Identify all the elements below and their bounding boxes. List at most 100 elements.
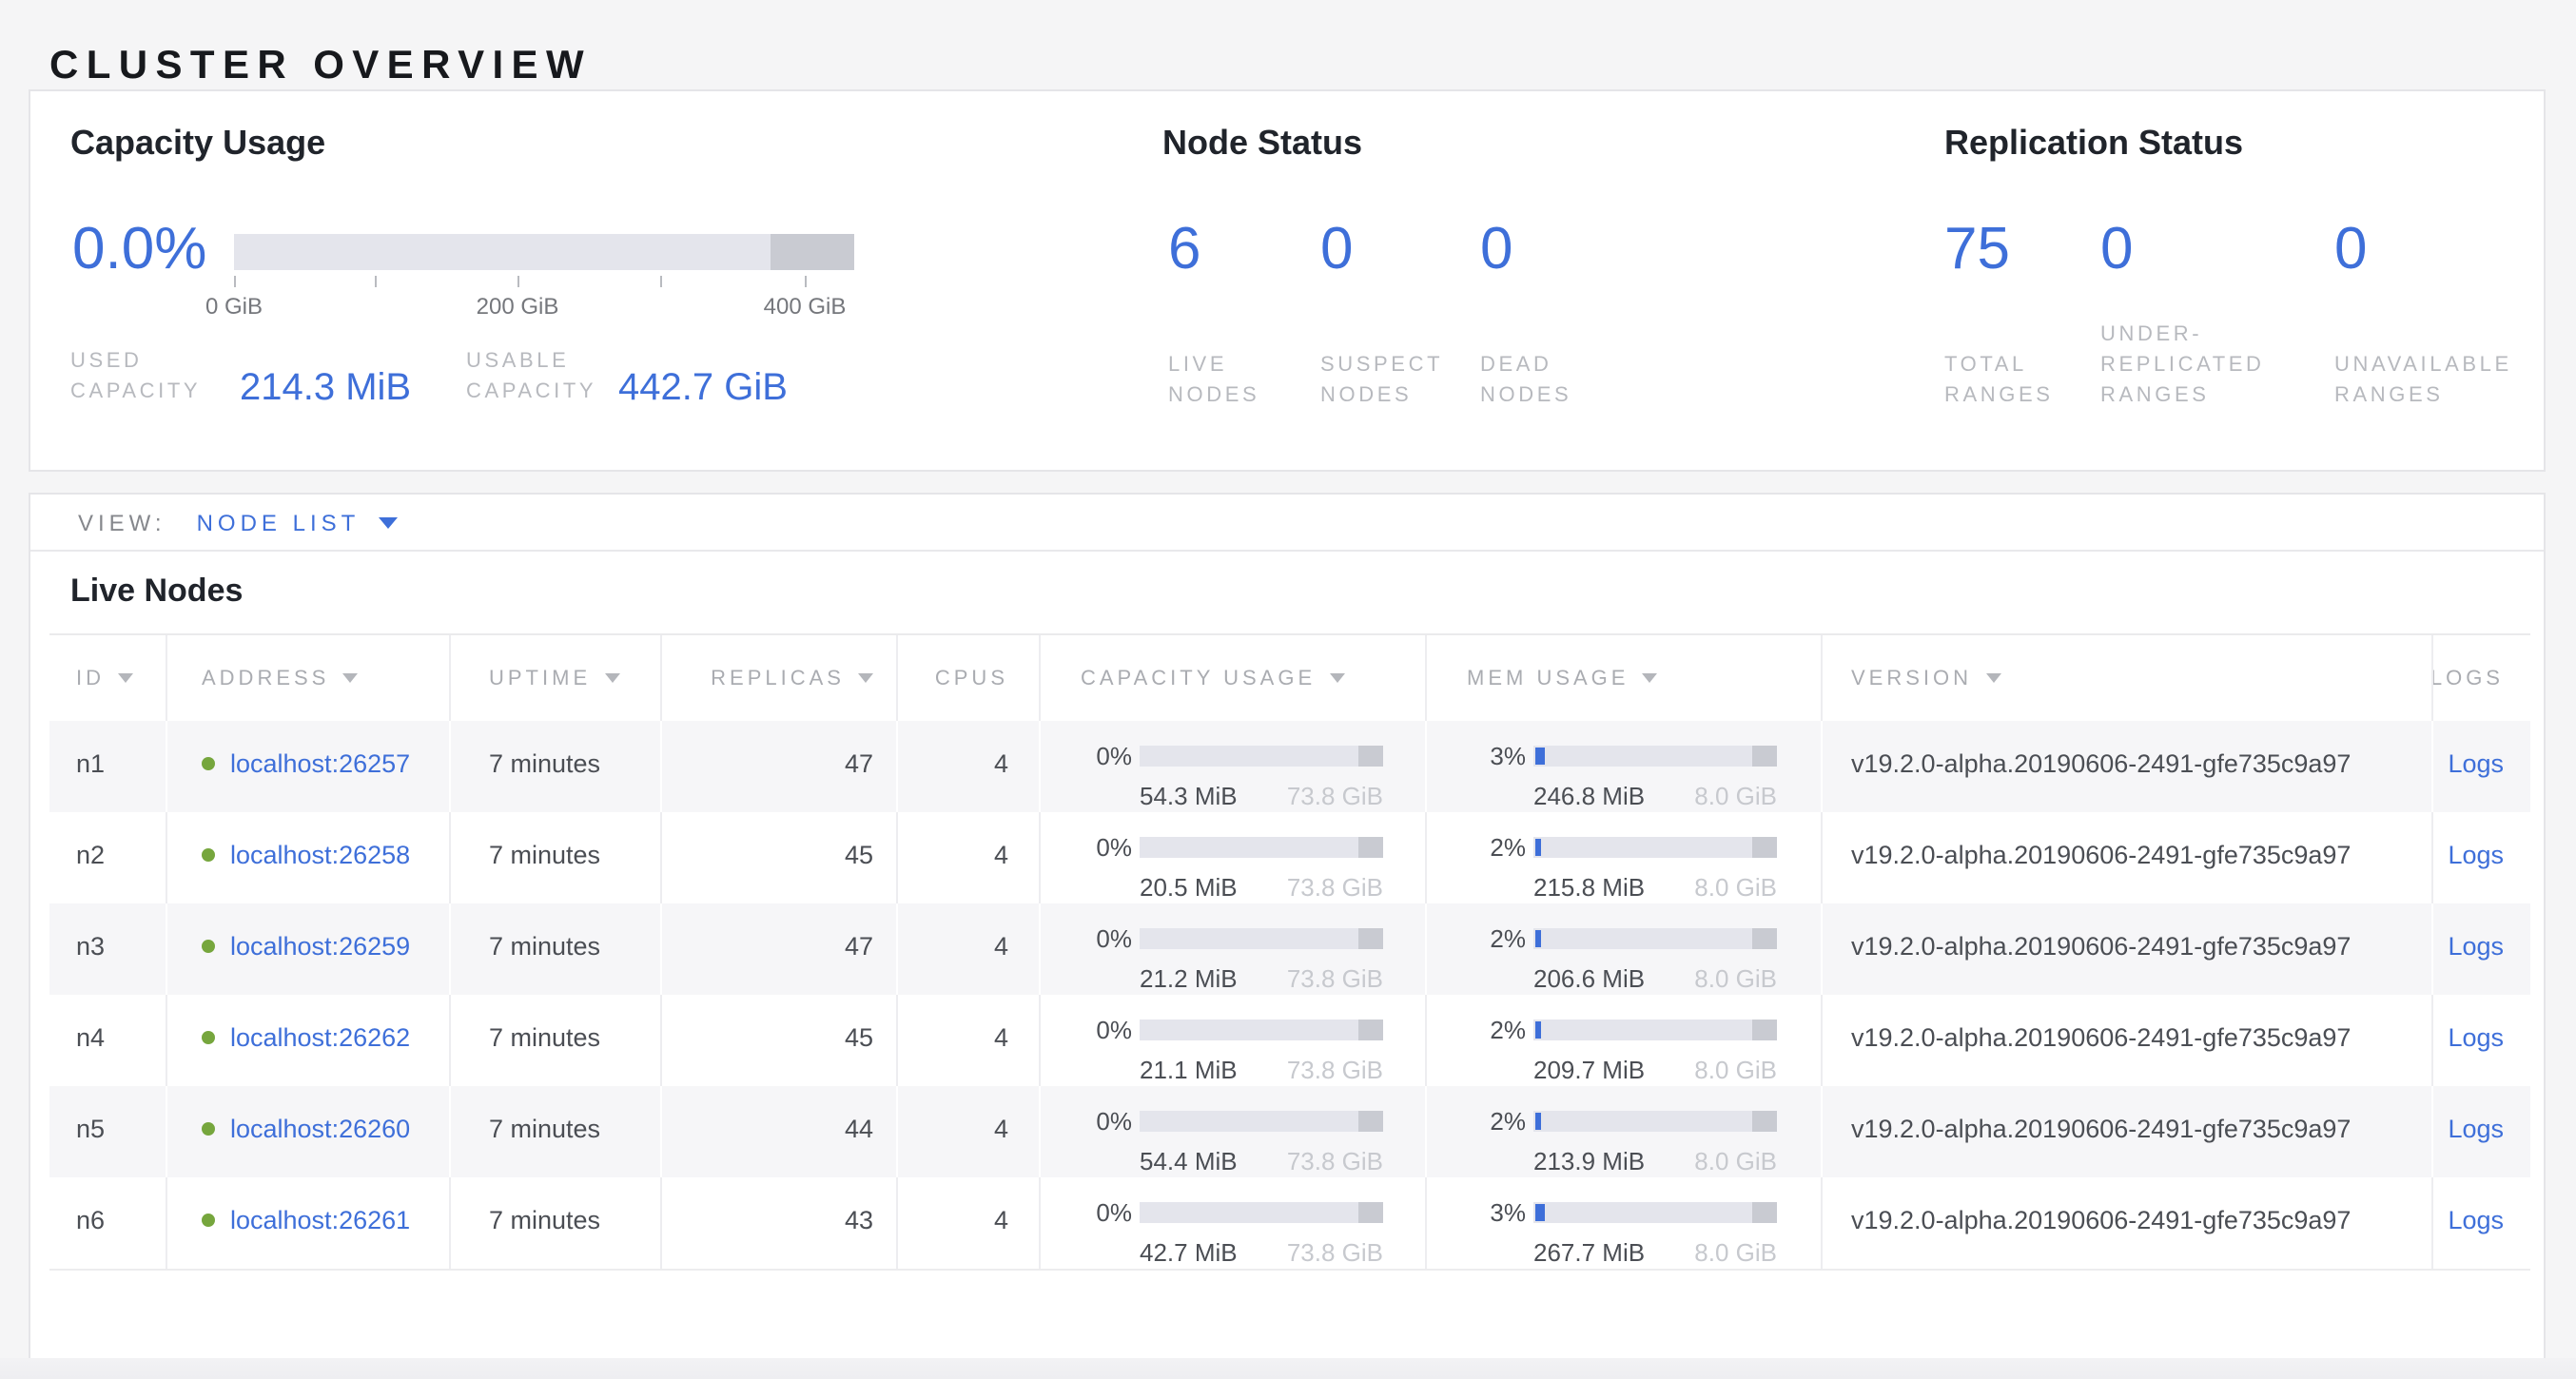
logs-link[interactable]: Logs xyxy=(2448,1023,2504,1052)
mem-usage-percent: 2% xyxy=(1438,1107,1526,1136)
address-link[interactable]: localhost:26257 xyxy=(230,749,410,778)
version-cell: v19.2.0-alpha.20190606-2491-gfe735c9a97 xyxy=(1821,1177,2431,1269)
under-replicated-ranges-stat: 0UNDER-REPLICATEDRANGES xyxy=(2100,217,2134,411)
address-link[interactable]: localhost:26259 xyxy=(230,932,410,961)
address-link[interactable]: localhost:26258 xyxy=(230,841,410,869)
capacity-usage-bar xyxy=(1140,1202,1383,1223)
column-header-replicas[interactable]: REPLICAS xyxy=(660,635,896,721)
address-cell: localhost:26259 xyxy=(166,903,449,995)
capacity-usage-cell: 0%54.4 MiB73.8 GiB xyxy=(1039,1086,1425,1177)
node-id-cell: n3 xyxy=(49,903,166,995)
capacity-usage-reserved-segment xyxy=(1358,1202,1383,1223)
table-row: n3localhost:262597 minutes4740%21.2 MiB7… xyxy=(49,903,2530,995)
capacity-usage-widget: 0%21.1 MiB73.8 GiB xyxy=(1052,995,1425,1084)
capacity-usage-cell: 0%42.7 MiB73.8 GiB xyxy=(1039,1177,1425,1269)
used-capacity-label: USEDCAPACITY xyxy=(70,346,201,407)
logs-cell: Logs xyxy=(2431,812,2530,903)
column-header-uptime[interactable]: UPTIME xyxy=(449,635,660,721)
capacity-usage-reserved-segment xyxy=(1358,746,1383,767)
sort-arrow-icon xyxy=(858,673,873,683)
mem-usage-widget: 3%246.8 MiB8.0 GiB xyxy=(1438,721,1821,810)
mem-usage-reserved-segment xyxy=(1752,1111,1777,1132)
node-id-cell: n2 xyxy=(49,812,166,903)
mem-usage-reserved-segment xyxy=(1752,837,1777,858)
capacity-usage-widget: 0%20.5 MiB73.8 GiB xyxy=(1052,812,1425,902)
replicas-cell: 47 xyxy=(660,903,896,995)
mem-total-value: 8.0 GiB xyxy=(1694,964,1777,993)
address-cell: localhost:26260 xyxy=(166,1086,449,1177)
mem-usage-widget: 2%206.6 MiB8.0 GiB xyxy=(1438,903,1821,993)
address-link[interactable]: localhost:26261 xyxy=(230,1206,410,1234)
capacity-bar-track xyxy=(234,234,854,270)
capacity-usage-bar xyxy=(1140,746,1383,767)
node-status-dot-icon xyxy=(202,1122,215,1136)
column-header-cpus: CPUS xyxy=(896,635,1039,721)
unavailable-ranges-value: 0 xyxy=(2334,217,2368,282)
mem-total-value: 8.0 GiB xyxy=(1694,1238,1777,1267)
axis-tick-label: 400 GiB xyxy=(764,293,847,320)
logs-cell: Logs xyxy=(2431,721,2530,812)
mem-usage-fill xyxy=(1535,1113,1541,1130)
table-row: n1localhost:262577 minutes4740%54.3 MiB7… xyxy=(49,721,2530,812)
mem-usage-widget: 2%213.9 MiB8.0 GiB xyxy=(1438,1086,1821,1175)
mem-usage-fill xyxy=(1535,1021,1541,1039)
mem-usage-bar xyxy=(1533,1202,1777,1223)
column-header-mem-usage[interactable]: MEM USAGE xyxy=(1425,635,1821,721)
cpus-cell: 4 xyxy=(896,812,1039,903)
capacity-usage-bar xyxy=(1140,1111,1383,1132)
logs-link[interactable]: Logs xyxy=(2448,932,2504,961)
table-row: n5localhost:262607 minutes4440%54.4 MiB7… xyxy=(49,1086,2530,1177)
sort-arrow-icon xyxy=(604,673,619,683)
node-status-dot-icon xyxy=(202,1031,215,1044)
logs-link[interactable]: Logs xyxy=(2448,841,2504,869)
mem-total-value: 8.0 GiB xyxy=(1694,782,1777,810)
usable-capacity-label: USABLECAPACITY xyxy=(466,346,596,407)
suspect-nodes-value: 0 xyxy=(1320,217,1354,282)
uptime-cell: 7 minutes xyxy=(449,995,660,1086)
suspect-nodes-stat: 0SUSPECTNODES xyxy=(1320,217,1354,411)
axis-tick-mark xyxy=(805,276,807,287)
logs-cell: Logs xyxy=(2431,1177,2530,1269)
version-cell: v19.2.0-alpha.20190606-2491-gfe735c9a97 xyxy=(1821,721,2431,812)
version-cell: v19.2.0-alpha.20190606-2491-gfe735c9a97 xyxy=(1821,903,2431,995)
uptime-cell: 7 minutes xyxy=(449,1177,660,1269)
mem-usage-cell: 2%213.9 MiB8.0 GiB xyxy=(1425,1086,1821,1177)
version-cell: v19.2.0-alpha.20190606-2491-gfe735c9a97 xyxy=(1821,1086,2431,1177)
table-row: n6localhost:262617 minutes4340%42.7 MiB7… xyxy=(49,1177,2530,1269)
node-status-dot-icon xyxy=(202,1214,215,1227)
mem-usage-bar xyxy=(1533,746,1777,767)
address-cell: localhost:26257 xyxy=(166,721,449,812)
column-header-address[interactable]: ADDRESS xyxy=(166,635,449,721)
column-header-capacity-usage[interactable]: CAPACITY USAGE xyxy=(1039,635,1425,721)
cluster-overview-page: CLUSTER OVERVIEW Capacity Usage Node Sta… xyxy=(0,0,2576,1379)
logs-link[interactable]: Logs xyxy=(2448,749,2504,778)
view-mode-dropdown[interactable]: NODE LIST xyxy=(197,509,399,535)
address-link[interactable]: localhost:26260 xyxy=(230,1115,410,1143)
under-replicated-ranges-label: UNDER-REPLICATEDRANGES xyxy=(2100,320,2265,411)
mem-usage-reserved-segment xyxy=(1752,928,1777,949)
address-cell: localhost:26262 xyxy=(166,995,449,1086)
replicas-cell: 45 xyxy=(660,812,896,903)
column-header-label: CPUS xyxy=(935,667,1008,690)
cpus-cell: 4 xyxy=(896,721,1039,812)
cpus-cell: 4 xyxy=(896,1086,1039,1177)
logs-cell: Logs xyxy=(2431,1086,2530,1177)
replication-status-heading: Replication Status xyxy=(1944,124,2243,164)
mem-used-value: 206.6 MiB xyxy=(1533,964,1645,993)
capacity-usage-widget: 0%54.4 MiB73.8 GiB xyxy=(1052,1086,1425,1175)
column-header-id[interactable]: ID xyxy=(49,635,166,721)
logs-link[interactable]: Logs xyxy=(2448,1115,2504,1143)
replicas-cell: 47 xyxy=(660,721,896,812)
capacity-axis-labels: 0 GiB200 GiB400 GiB xyxy=(234,293,854,321)
mem-usage-fill xyxy=(1535,839,1541,856)
column-header-version[interactable]: VERSION xyxy=(1821,635,2431,721)
unavailable-ranges-stat: 0UNAVAILABLERANGES xyxy=(2334,217,2368,411)
mem-usage-fill xyxy=(1535,748,1545,765)
table-body: n1localhost:262577 minutes4740%54.3 MiB7… xyxy=(49,721,2530,1269)
address-link[interactable]: localhost:26262 xyxy=(230,1023,410,1052)
logs-link[interactable]: Logs xyxy=(2448,1206,2504,1234)
mem-used-value: 213.9 MiB xyxy=(1533,1147,1645,1175)
replicas-cell: 44 xyxy=(660,1086,896,1177)
capacity-used-value: 21.2 MiB xyxy=(1140,964,1238,993)
view-mode-selected: NODE LIST xyxy=(197,509,361,535)
